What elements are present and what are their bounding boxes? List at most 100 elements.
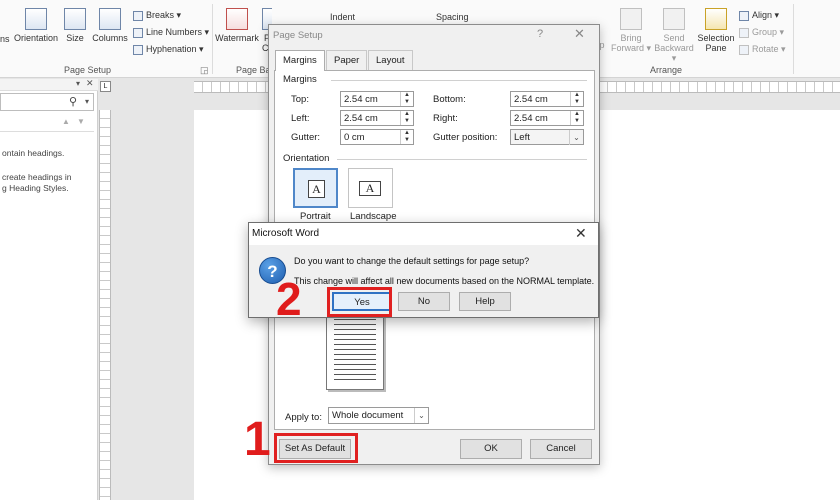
line-numbers-label: Line Numbers: [146, 27, 203, 37]
landscape-icon: A: [359, 181, 381, 196]
indent-label: Indent: [330, 12, 356, 22]
chevron-down-icon[interactable]: ⌄: [569, 130, 583, 145]
preview-line: [334, 354, 376, 355]
top-margin-value: 2.54 cm: [344, 94, 378, 105]
ribbon-separator: [212, 4, 213, 74]
rotate-button[interactable]: Rotate ▾: [739, 44, 786, 55]
hyphenation-icon: [133, 44, 143, 55]
bottom-margin-label: Bottom:: [433, 94, 466, 105]
apply-to-label: Apply to:: [285, 412, 322, 423]
apply-to-select[interactable]: Whole document ⌄: [328, 407, 429, 424]
bring-forward-button[interactable]: Bring Forward ▾: [608, 8, 654, 54]
line-numbers-icon: [133, 27, 143, 38]
apply-to-value: Whole document: [332, 410, 404, 421]
step-2-highlight: [327, 287, 392, 317]
orientation-label: Orientation: [13, 33, 59, 43]
right-margin-value: 2.54 cm: [514, 113, 548, 124]
bottom-margin-input[interactable]: 2.54 cm ▲ ▼: [510, 91, 584, 107]
top-margin-input[interactable]: 2.54 cm ▲ ▼: [340, 91, 414, 107]
nav-dropdown-icon[interactable]: ▾: [76, 79, 80, 88]
columns-label: Columns: [92, 33, 128, 43]
nav-close-icon[interactable]: ✕: [86, 78, 94, 89]
send-backward-button[interactable]: Send Backward ▾: [651, 8, 697, 64]
portrait-label: Portrait: [300, 211, 331, 222]
breaks-button[interactable]: Breaks ▾: [133, 10, 181, 21]
navigation-search-input[interactable]: ⚲ ▾: [0, 93, 94, 111]
selection-pane-button[interactable]: Selection Pane: [696, 8, 736, 53]
breaks-label: Breaks: [146, 10, 175, 20]
watermark-button[interactable]: Watermark: [214, 8, 260, 43]
close-icon[interactable]: ✕: [574, 26, 585, 42]
help-button[interactable]: Help: [459, 292, 511, 311]
preview-line: [334, 344, 376, 345]
align-label: Align: [752, 10, 773, 20]
close-icon[interactable]: ✕: [575, 225, 587, 242]
orientation-button-partial[interactable]: ns: [0, 8, 12, 44]
gutter-label: Gutter:: [291, 132, 321, 143]
spinner-arrows-icon[interactable]: ▲ ▼: [400, 92, 413, 106]
navigation-pane: [0, 79, 98, 500]
tab-margins[interactable]: Margins: [275, 50, 325, 71]
bring-forward-label-1: Bring: [620, 33, 642, 43]
spinner-arrows-icon[interactable]: ▲ ▼: [570, 92, 583, 106]
orientation-icon: [25, 8, 47, 30]
nav-divider: [0, 131, 94, 132]
left-margin-input[interactable]: 2.54 cm ▲ ▼: [340, 110, 414, 126]
selection-pane-label-1: Selection: [697, 33, 735, 43]
spinner-arrows-icon[interactable]: ▲ ▼: [570, 111, 583, 125]
nav-text-line: create headings in: [2, 172, 72, 182]
ok-button[interactable]: OK: [460, 439, 522, 459]
step-1-number: 1: [244, 413, 271, 466]
send-backward-label-1: Send: [663, 33, 685, 43]
gutter-position-value: Left: [514, 132, 530, 143]
watermark-label: Watermark: [215, 33, 259, 43]
help-icon[interactable]: ?: [537, 28, 543, 40]
rotate-label: Rotate: [752, 44, 779, 54]
gutter-position-select[interactable]: Left ⌄: [510, 129, 584, 145]
message-detail: This change will affect all new document…: [294, 276, 595, 286]
preview-line: [334, 359, 376, 360]
preview-line: [334, 349, 376, 350]
portrait-option[interactable]: A: [293, 168, 338, 208]
line-numbers-button[interactable]: Line Numbers ▾: [133, 27, 209, 38]
send-backward-label-2: Backward: [654, 43, 694, 53]
nav-prev-icon[interactable]: ▲: [62, 117, 70, 126]
message-title: Microsoft Word: [252, 228, 320, 239]
size-button[interactable]: Size: [62, 8, 88, 43]
nav-text-line: g Heading Styles.: [2, 183, 69, 193]
columns-button[interactable]: Columns: [90, 8, 130, 43]
bring-forward-icon: [620, 8, 642, 30]
cancel-button[interactable]: Cancel: [530, 439, 592, 459]
search-icon[interactable]: ⚲: [69, 95, 77, 108]
hyphenation-button[interactable]: Hyphenation ▾: [133, 44, 204, 55]
send-backward-icon: [663, 8, 685, 30]
left-margin-value: 2.54 cm: [344, 113, 378, 124]
tab-layout[interactable]: Layout: [368, 50, 413, 70]
tab-selector[interactable]: L: [100, 81, 111, 92]
preview-line: [334, 374, 376, 375]
gutter-value: 0 cm: [344, 132, 365, 143]
no-button[interactable]: No: [398, 292, 450, 311]
page-setup-launcher-icon[interactable]: ◲: [200, 65, 209, 76]
align-icon: [739, 10, 749, 21]
orientation-heading: Orientation: [283, 153, 330, 164]
preview-line: [334, 329, 376, 330]
tab-paper[interactable]: Paper: [326, 50, 368, 70]
group-button[interactable]: Group ▾: [739, 27, 784, 38]
align-button[interactable]: Align ▾: [739, 10, 779, 21]
size-label: Size: [66, 33, 84, 43]
right-margin-input[interactable]: 2.54 cm ▲ ▼: [510, 110, 584, 126]
section-divider: [337, 159, 587, 160]
vertical-ruler[interactable]: [99, 110, 111, 500]
nav-next-icon[interactable]: ▼: [77, 117, 85, 126]
nav-text-line: ontain headings.: [2, 148, 65, 158]
spinner-arrows-icon[interactable]: ▲ ▼: [400, 130, 413, 144]
search-dropdown-icon[interactable]: ▾: [85, 97, 89, 106]
landscape-option[interactable]: A: [348, 168, 393, 208]
spinner-arrows-icon[interactable]: ▲ ▼: [400, 111, 413, 125]
chevron-down-icon[interactable]: ⌄: [414, 408, 428, 423]
spacing-label: Spacing: [436, 12, 469, 22]
gutter-input[interactable]: 0 cm ▲ ▼: [340, 129, 414, 145]
orientation-button[interactable]: Orientation: [12, 8, 60, 43]
arrange-group-label: Arrange: [650, 65, 683, 75]
